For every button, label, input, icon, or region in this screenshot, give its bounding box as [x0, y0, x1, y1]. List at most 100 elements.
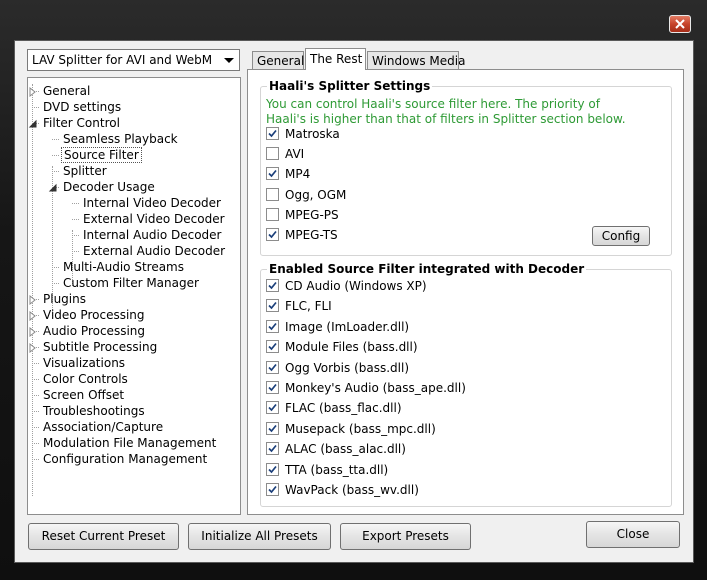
tree-connector [72, 235, 79, 236]
tree-item[interactable]: Modulation File Management [41, 435, 218, 451]
tree-connector [32, 379, 39, 380]
checkbox-checked[interactable] [266, 127, 279, 140]
tree-connector [32, 443, 39, 444]
haali-note-line2: Haali's is higher than that of filters i… [266, 112, 626, 126]
checkbox-label: ALAC (bass_alac.dll) [285, 442, 406, 457]
tree-item[interactable]: Screen Offset [41, 387, 126, 403]
close-button[interactable]: Close [586, 521, 680, 548]
tree-item[interactable]: Internal Audio Decoder [81, 227, 223, 243]
settings-tree[interactable]: General DVD settings Filter Control Seamles… [27, 77, 241, 515]
checkbox-checked[interactable] [266, 167, 279, 181]
chevron-down-icon [224, 58, 234, 63]
tree-item[interactable]: Video Processing [41, 307, 147, 323]
haali-group-title: Haali's Splitter Settings [267, 79, 433, 93]
tree-item[interactable]: Custom Filter Manager [61, 275, 201, 291]
checkmark-icon [268, 129, 277, 138]
reset-current-preset-button[interactable]: Reset Current Preset [28, 523, 179, 550]
collapse-arrow-icon[interactable] [28, 118, 38, 128]
tree-item[interactable]: General [41, 83, 92, 99]
preset-dropdown[interactable]: LAV Splitter for AVI and WebM [27, 49, 240, 71]
tree-connector [32, 427, 39, 428]
expand-arrow-icon[interactable] [28, 342, 38, 354]
checkbox-checked[interactable] [266, 421, 279, 435]
expand-arrow-icon[interactable] [28, 294, 38, 306]
checkbox-label: FLAC (bass_flac.dll) [285, 401, 402, 416]
checkmark-icon [268, 465, 277, 473]
checkbox-checked[interactable] [266, 319, 279, 333]
tree-connector [32, 363, 39, 364]
expand-arrow-icon[interactable] [28, 86, 38, 98]
tree-connector [72, 203, 79, 204]
tree-item[interactable]: Audio Processing [41, 323, 147, 339]
checkmark-icon [268, 424, 277, 433]
checkbox-unchecked[interactable] [266, 147, 279, 161]
tree-connector [72, 219, 79, 220]
tree-connector [52, 155, 59, 156]
checkbox-label: AVI [285, 147, 305, 162]
dialog-client: LAV Splitter for AVI and WebM General DVD… [14, 40, 694, 563]
checkmark-icon [268, 383, 277, 392]
checkbox-label: WavPack (bass_wv.dll) [285, 483, 419, 497]
checkbox-label: Ogg, OGM [285, 187, 347, 202]
checkbox-label: MP4 [285, 167, 311, 182]
tree-item[interactable]: Source Filter [61, 147, 142, 163]
tree-item[interactable]: Visualizations [41, 355, 127, 371]
tree-connector [32, 107, 39, 108]
checkbox-checked[interactable] [266, 483, 279, 496]
checkbox-checked[interactable] [266, 462, 279, 476]
tree-item[interactable]: Splitter [61, 163, 109, 179]
collapse-arrow-icon[interactable] [48, 182, 58, 192]
tree-item[interactable]: Filter Control [41, 115, 122, 131]
checkbox-unchecked[interactable] [266, 207, 279, 221]
preset-dropdown-value: LAV Splitter for AVI and WebM [32, 53, 213, 67]
checkmark-icon [268, 343, 277, 351]
checkbox-checked[interactable] [266, 401, 279, 415]
checkmark-icon [268, 170, 277, 178]
tree-item[interactable]: External Audio Decoder [81, 243, 227, 259]
tree-item[interactable]: External Video Decoder [81, 211, 227, 227]
checkbox-unchecked[interactable] [266, 187, 279, 201]
tree-item[interactable]: Subtitle Processing [41, 339, 159, 355]
expand-arrow-icon[interactable] [28, 310, 38, 322]
export-presets-button[interactable]: Export Presets [340, 523, 471, 550]
checkbox-checked[interactable] [266, 381, 279, 394]
checkbox-label: CD Audio (Windows XP) [285, 279, 427, 293]
tree-item[interactable]: Seamless Playback [61, 131, 180, 147]
checkmark-icon [268, 404, 277, 412]
tab-windows-media[interactable]: Windows Media [367, 51, 465, 70]
tab-the-rest[interactable]: The Rest [305, 48, 366, 70]
tree-connector [52, 283, 59, 284]
checkmark-icon [268, 302, 277, 310]
window-close-button[interactable] [669, 15, 691, 33]
tree-item[interactable]: Plugins [41, 291, 88, 307]
tree-connector [72, 251, 79, 252]
checkbox-checked[interactable] [266, 228, 279, 241]
tree-connector [52, 267, 59, 268]
checkbox-checked[interactable] [266, 360, 279, 374]
tree-item[interactable]: Color Controls [41, 371, 130, 387]
checkmark-icon [268, 445, 277, 453]
tree-item[interactable]: Internal Video Decoder [81, 195, 223, 211]
checkbox-checked[interactable] [266, 340, 279, 354]
checkmark-icon [268, 322, 277, 331]
checkbox-label: Musepack (bass_mpc.dll) [285, 421, 436, 436]
tree-connector [32, 395, 39, 396]
tab-general[interactable]: General [252, 51, 304, 70]
checkbox-label: Image (ImLoader.dll) [285, 319, 410, 334]
checkbox-label: Module Files (bass.dll) [285, 340, 418, 355]
checkbox-checked[interactable] [266, 299, 279, 313]
config-button[interactable]: Config [592, 226, 650, 246]
tree-item[interactable]: Configuration Management [41, 451, 209, 467]
tree-item[interactable]: Troubleshootings [41, 403, 147, 419]
checkmark-icon [268, 363, 277, 371]
expand-arrow-icon[interactable] [28, 326, 38, 338]
tree-item[interactable]: Multi-Audio Streams [61, 259, 186, 275]
initialize-all-presets-button[interactable]: Initialize All Presets [188, 523, 331, 550]
tree-item[interactable]: Association/Capture [41, 419, 165, 435]
tree-item[interactable]: DVD settings [41, 99, 123, 115]
checkbox-checked[interactable] [266, 442, 279, 456]
checkbox-label: FLC, FLI [285, 299, 332, 314]
tree-connector [52, 171, 59, 172]
checkbox-checked[interactable] [266, 279, 279, 292]
tree-item[interactable]: Decoder Usage [61, 179, 157, 195]
